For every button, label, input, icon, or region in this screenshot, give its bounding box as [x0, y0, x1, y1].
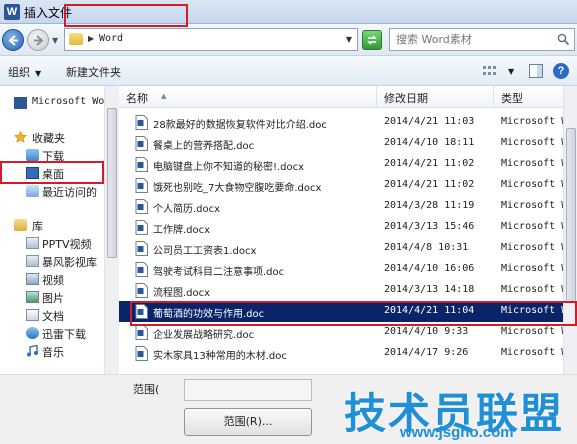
- recent-pages-dropdown[interactable]: ▼: [52, 36, 58, 45]
- search-input[interactable]: [396, 32, 546, 47]
- file-modified-date: 2014/4/17 9:26: [384, 347, 469, 358]
- watermark-url: www.jsgho.com: [400, 424, 514, 441]
- selected-file-highlight-box: [130, 301, 577, 326]
- search-box[interactable]: [389, 28, 575, 51]
- file-name: 餐桌上的营养搭配.doc: [153, 141, 255, 152]
- file-list-scroll-thumb[interactable]: [566, 128, 576, 303]
- word-document-icon: [135, 115, 148, 130]
- address-highlight-box: [64, 4, 188, 27]
- organize-button[interactable]: 组织 ▼: [8, 64, 41, 80]
- file-name: 实木家具13种常用的木材.doc: [153, 351, 287, 362]
- table-row[interactable]: 工作牌.docx 2014/3/13 15:46 Microsoft Wo: [119, 217, 577, 238]
- sort-ascending-icon: ▲: [161, 92, 167, 100]
- library-icon: [14, 219, 27, 231]
- file-name: 公司员工工资表1.docx: [153, 246, 257, 257]
- file-modified-date: 2014/4/21 11:02: [384, 179, 475, 190]
- documents-library-icon: [26, 309, 39, 321]
- view-dropdown[interactable]: ▼: [508, 67, 514, 76]
- column-header-name[interactable]: 名称 ▲: [119, 86, 377, 108]
- file-modified-date: 2014/4/10 9:33: [384, 326, 469, 337]
- organize-label: 组织: [8, 66, 30, 79]
- word-document-icon: [135, 325, 148, 340]
- range-input[interactable]: [184, 379, 312, 401]
- table-row[interactable]: 流程图.docx 2014/3/13 14:18 Microsoft Wo: [119, 280, 577, 301]
- arrow-left-icon: [8, 35, 18, 46]
- video-folder-icon: [26, 255, 39, 267]
- pictures-library-icon: [26, 291, 39, 303]
- back-button[interactable]: [2, 29, 24, 51]
- navigation-pane: Microsoft Wo 收藏夹 下载 桌面 最近访问的 库 PPTV视频 暴风…: [0, 86, 118, 374]
- command-toolbar: 组织 ▼ 新建文件夹 ▼ ?: [0, 56, 577, 86]
- refresh-button[interactable]: [362, 30, 382, 50]
- word-icon: [14, 97, 27, 109]
- word-document-icon: [135, 178, 148, 193]
- table-row[interactable]: 餐桌上的营养搭配.doc 2014/4/10 18:11 Microsoft Wo: [119, 133, 577, 154]
- thunder-download-icon: [26, 327, 39, 339]
- chevron-down-icon: ▼: [35, 69, 42, 78]
- file-name: 驾驶考试科目二注意事项.doc: [153, 267, 285, 278]
- file-list-scrollbar[interactable]: [563, 86, 577, 374]
- file-modified-date: 2014/3/28 11:19: [384, 200, 475, 211]
- new-folder-button[interactable]: 新建文件夹: [66, 64, 121, 80]
- sidebar-scroll-thumb[interactable]: [107, 108, 117, 258]
- breadcrumb-word[interactable]: Word: [99, 33, 123, 44]
- file-modified-date: 2014/4/8 10:31: [384, 242, 469, 253]
- desktop-highlight-box: [0, 161, 104, 184]
- file-name: 饿死也别吃_7大食物空腹吃要命.docx: [153, 183, 322, 194]
- watermark: 技术员联盟 www.jsgho.com: [340, 384, 577, 444]
- music-library-icon: [27, 345, 38, 357]
- table-row[interactable]: 电脑键盘上你不知道的秘密!.docx 2014/4/21 11:02 Microso…: [119, 154, 577, 175]
- word-document-icon: [135, 241, 148, 256]
- word-document-icon: [135, 283, 148, 298]
- recent-places-icon: [26, 185, 39, 197]
- word-document-icon: [135, 199, 148, 214]
- address-field[interactable]: ▶ Word ▼: [64, 28, 358, 51]
- refresh-icon: [367, 35, 377, 45]
- preview-pane-icon[interactable]: [529, 64, 543, 78]
- word-icon: W: [4, 4, 20, 20]
- help-icon[interactable]: ?: [553, 63, 569, 79]
- forward-button[interactable]: [27, 29, 49, 51]
- arrow-right-icon: [34, 35, 44, 46]
- column-header-date[interactable]: 修改日期: [377, 86, 494, 108]
- word-document-icon: [135, 262, 148, 277]
- range-button[interactable]: 范围(R)...: [184, 408, 312, 436]
- search-icon[interactable]: [557, 33, 570, 46]
- star-icon: [14, 131, 27, 143]
- table-row[interactable]: 个人简历.docx 2014/3/28 11:19 Microsoft Wo: [119, 196, 577, 217]
- video-folder-icon: [26, 237, 39, 249]
- table-row[interactable]: 实木家具13种常用的木材.doc 2014/4/17 9:26 Microsoft …: [119, 343, 577, 364]
- file-name: 流程图.docx: [153, 288, 211, 299]
- file-name: 电脑键盘上你不知道的秘密!.docx: [153, 162, 305, 173]
- sidebar-scrollbar[interactable]: [104, 86, 118, 374]
- file-name: 工作牌.docx: [153, 225, 211, 236]
- table-row[interactable]: 公司员工工资表1.docx 2014/4/8 10:31 Microsoft Wo: [119, 238, 577, 259]
- breadcrumb-chevron-icon[interactable]: ▶: [88, 34, 94, 43]
- range-label: 范围(: [133, 383, 160, 396]
- file-name: 28款最好的数据恢复软件对比介绍.doc: [153, 120, 327, 131]
- word-document-icon: [135, 157, 148, 172]
- file-modified-date: 2014/4/10 16:06: [384, 263, 475, 274]
- view-options-icon[interactable]: [482, 65, 498, 77]
- file-modified-date: 2014/4/10 18:11: [384, 137, 475, 148]
- file-name: 企业发展战略研究.doc: [153, 330, 255, 341]
- address-row: ▼ ▶ Word ▼: [0, 24, 577, 56]
- folder-icon: [69, 33, 83, 45]
- file-modified-date: 2014/3/13 14:18: [384, 284, 475, 295]
- file-name: 个人简历.docx: [153, 204, 221, 215]
- download-folder-icon: [26, 149, 39, 161]
- file-modified-date: 2014/4/21 11:03: [384, 116, 475, 127]
- table-row[interactable]: 饿死也别吃_7大食物空腹吃要命.docx 2014/4/21 11:02 Micro…: [119, 175, 577, 196]
- address-dropdown[interactable]: ▼: [346, 35, 352, 44]
- word-document-icon: [135, 136, 148, 151]
- table-row[interactable]: 28款最好的数据恢复软件对比介绍.doc 2014/4/21 11:03 Micro…: [119, 112, 577, 133]
- file-list: 名称 ▲ 修改日期 类型 28款最好的数据恢复软件对比介绍.doc 2014/4/…: [119, 86, 577, 374]
- video-library-icon: [26, 273, 39, 285]
- word-document-icon: [135, 220, 148, 235]
- table-row[interactable]: 驾驶考试科目二注意事项.doc 2014/4/10 16:06 Microsoft …: [119, 259, 577, 280]
- file-modified-date: 2014/3/13 15:46: [384, 221, 475, 232]
- word-document-icon: [135, 346, 148, 361]
- file-modified-date: 2014/4/21 11:02: [384, 158, 475, 169]
